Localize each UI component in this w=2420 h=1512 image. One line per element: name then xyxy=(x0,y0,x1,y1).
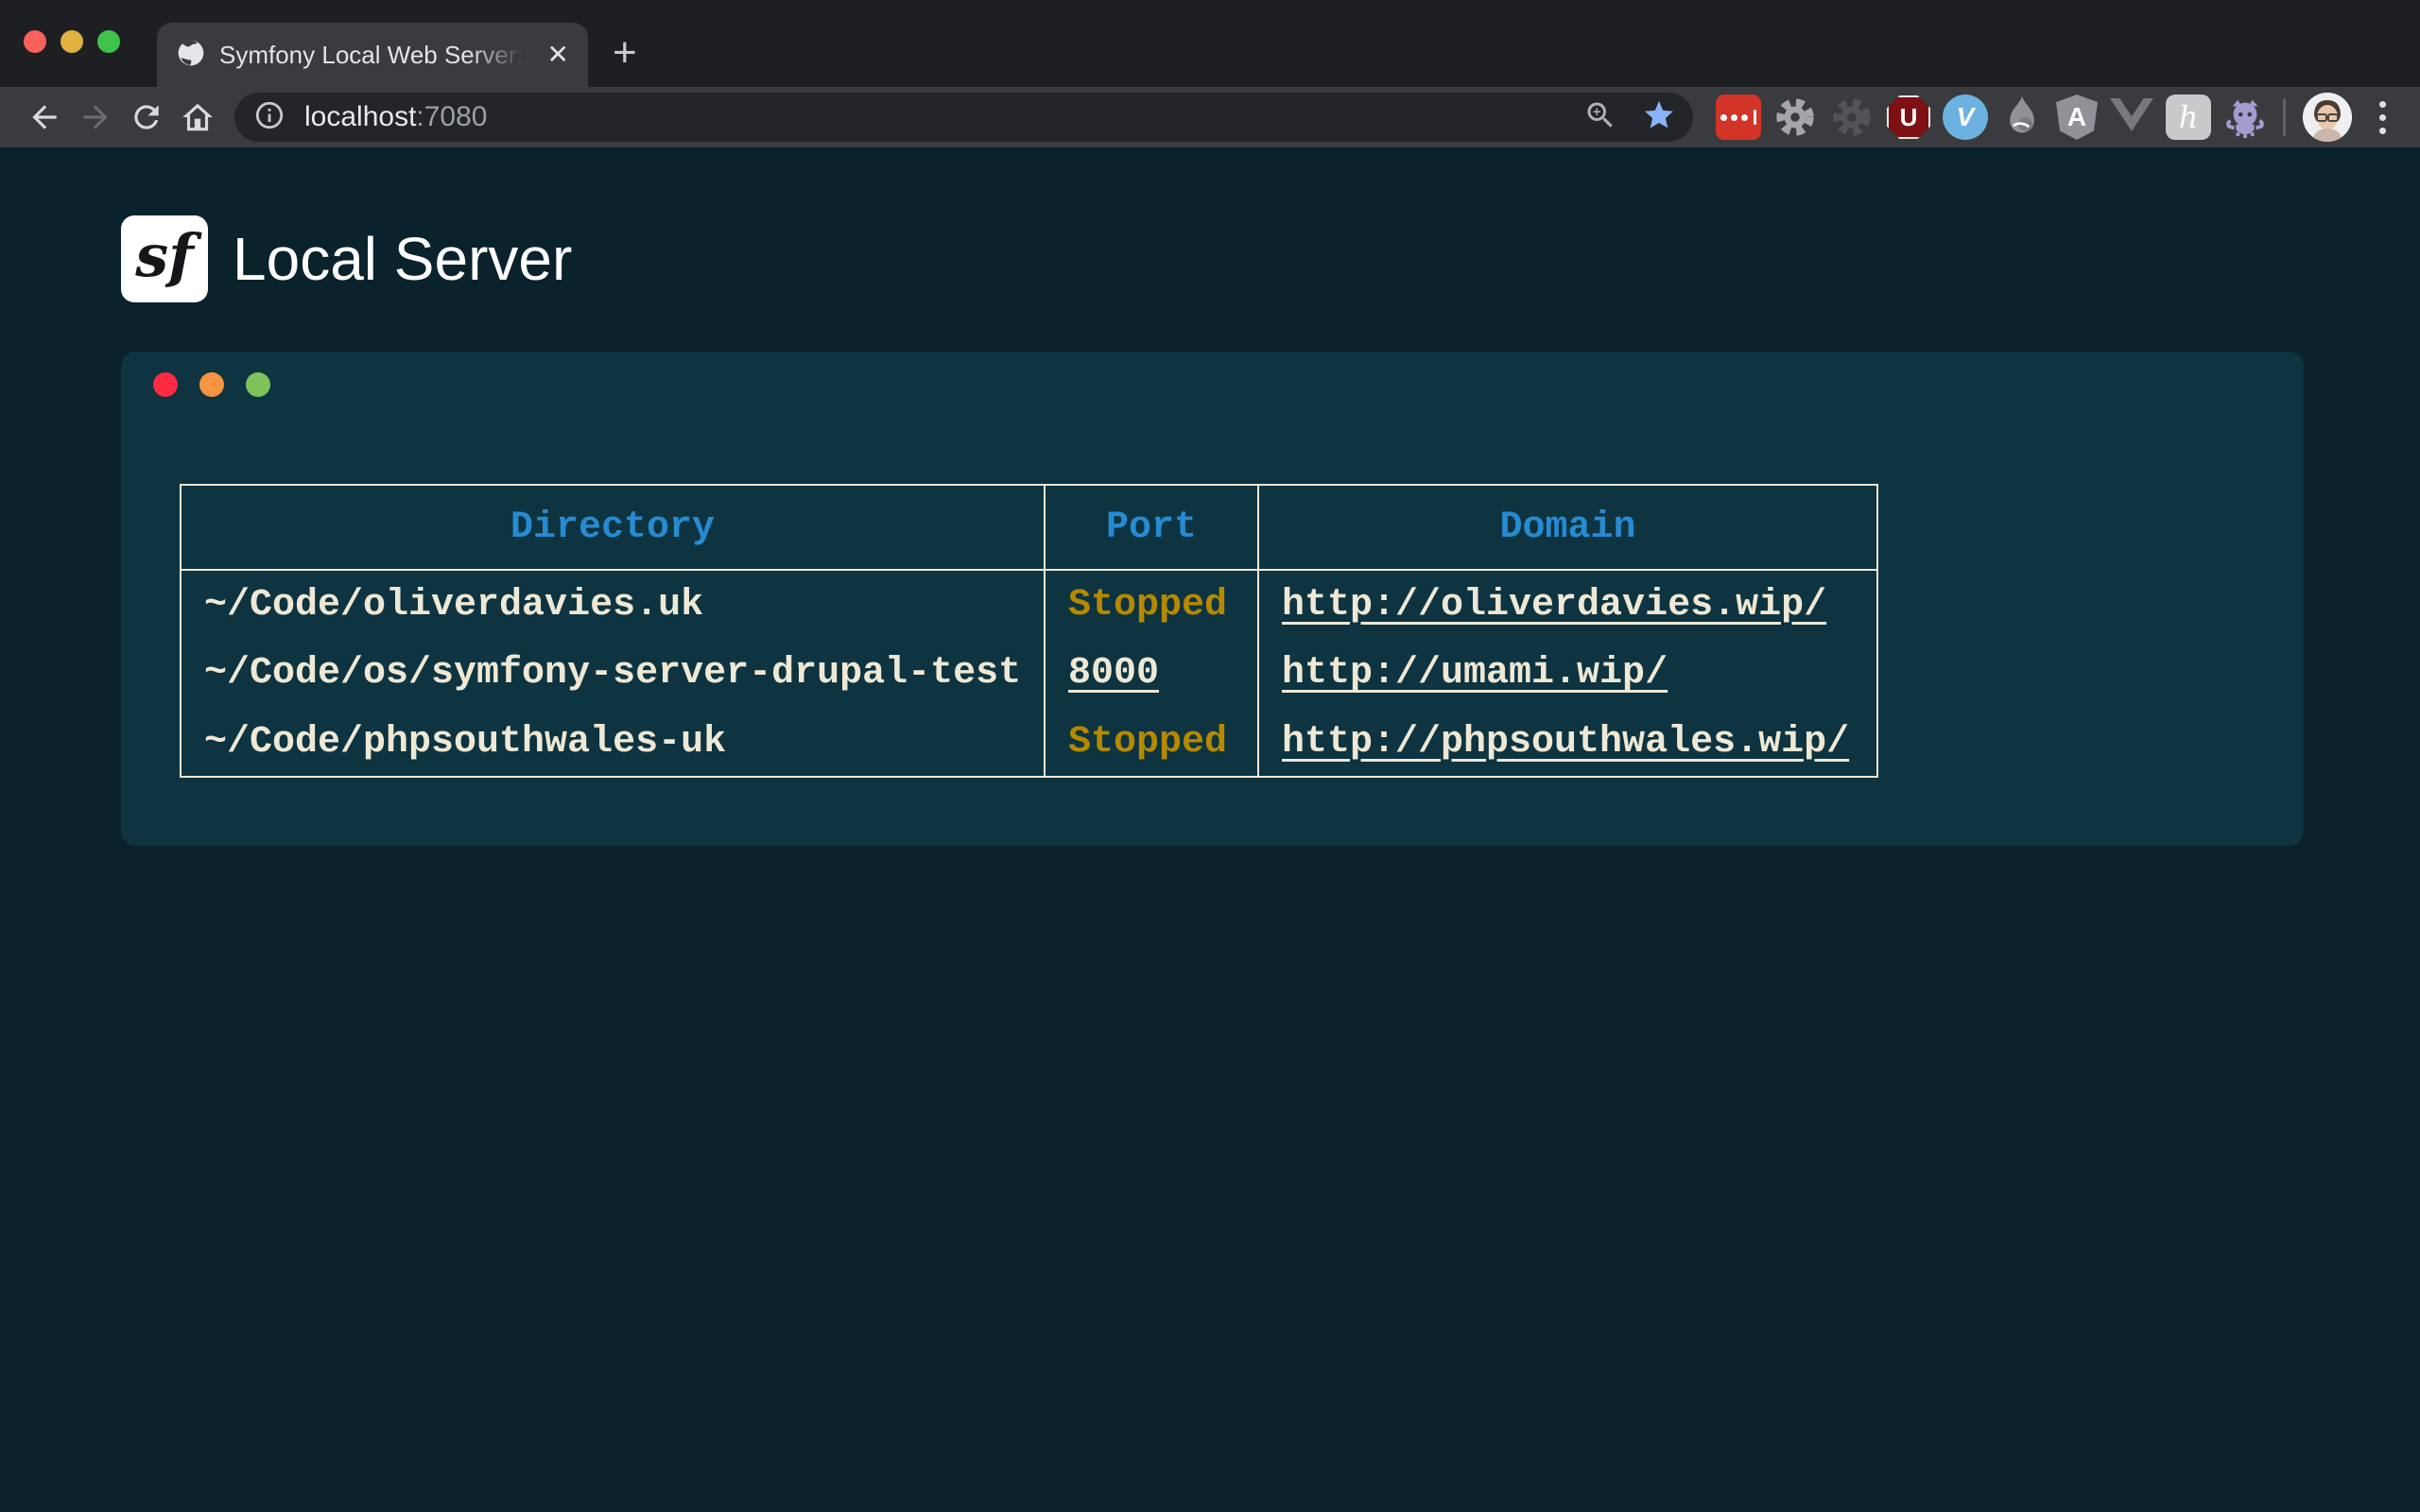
forward-button[interactable] xyxy=(70,92,121,143)
url-text[interactable]: localhost:7080 xyxy=(304,101,1583,133)
port-status: Stopped xyxy=(1068,721,1227,764)
window-zoom-button[interactable] xyxy=(97,30,120,53)
symfony-logo: sf xyxy=(121,215,208,302)
browser-toolbar: localhost:7080 xyxy=(0,87,2420,147)
lastpass-icon[interactable] xyxy=(1716,94,1761,140)
window-controls xyxy=(24,30,120,53)
github-octocat-icon[interactable] xyxy=(2222,94,2268,140)
address-bar[interactable]: localhost:7080 xyxy=(234,93,1693,142)
ublock-origin-icon[interactable]: U xyxy=(1886,94,1931,140)
directory-cell: ~/Code/os/symfony-server-drupal-test xyxy=(181,639,1045,708)
tab-title: Symfony Local Web Server: Prox xyxy=(219,41,530,70)
page-title: Local Server xyxy=(233,224,572,294)
terminal-orange-dot xyxy=(199,372,224,397)
symfony-sf-glyph: sf xyxy=(135,221,194,290)
url-host: localhost xyxy=(304,101,416,132)
table-header-row: Directory Port Domain xyxy=(181,485,1877,570)
home-button[interactable] xyxy=(172,92,223,143)
bookmark-star-icon[interactable] xyxy=(1642,98,1676,137)
domain-link[interactable]: http://phpsouthwales.wip/ xyxy=(1282,721,1849,764)
tab-favicon-globe-icon xyxy=(176,38,206,73)
terminal-card: Directory Port Domain ~/Code/oliverdavie… xyxy=(121,352,2304,846)
table-row: ~/Code/os/symfony-server-drupal-test 800… xyxy=(181,639,1877,708)
extension-icons: U V A h xyxy=(1716,94,2268,140)
header: sf Local Server xyxy=(121,215,2420,302)
terminal-red-dot xyxy=(153,372,178,397)
tab-close-icon[interactable]: ✕ xyxy=(544,38,573,72)
terminal-green-dot xyxy=(246,372,270,397)
tab-strip: Symfony Local Web Server: Prox ✕ + xyxy=(0,0,2420,87)
table-row: ~/Code/oliverdavies.uk Stopped http://ol… xyxy=(181,570,1877,639)
browser-menu-icon[interactable] xyxy=(2361,94,2403,140)
column-header-domain: Domain xyxy=(1258,485,1877,570)
column-header-directory: Directory xyxy=(181,485,1045,570)
window-minimize-button[interactable] xyxy=(60,30,83,53)
domain-link[interactable]: http://umami.wip/ xyxy=(1282,652,1668,695)
terminal-window-dots xyxy=(153,372,2304,397)
angular-icon[interactable]: A xyxy=(2056,94,2098,140)
profile-avatar[interactable] xyxy=(2303,93,2352,142)
reload-button[interactable] xyxy=(121,92,172,143)
directory-cell: ~/Code/phpsouthwales-uk xyxy=(181,708,1045,777)
url-port: :7080 xyxy=(416,101,487,132)
gear-dark-icon[interactable] xyxy=(1829,94,1875,140)
proxy-table: Directory Port Domain ~/Code/oliverdavie… xyxy=(180,484,1878,778)
h-extension-icon[interactable]: h xyxy=(2166,94,2211,140)
vue-icon[interactable] xyxy=(2109,94,2154,140)
window-close-button[interactable] xyxy=(24,30,46,53)
port-status: Stopped xyxy=(1068,584,1227,627)
page-content: sf Local Server Directory Port Domain ~/… xyxy=(0,147,2420,1512)
table-row: ~/Code/phpsouthwales-uk Stopped http://p… xyxy=(181,708,1877,777)
v-blue-extension-icon[interactable]: V xyxy=(1943,94,1988,140)
drupal-icon[interactable] xyxy=(1999,94,2045,140)
browser-tab[interactable]: Symfony Local Web Server: Prox ✕ xyxy=(157,23,588,87)
new-tab-button[interactable]: + xyxy=(613,32,637,74)
domain-link[interactable]: http://oliverdavies.wip/ xyxy=(1282,584,1826,627)
toolbar-separator xyxy=(2283,98,2286,136)
gear-icon[interactable] xyxy=(1772,94,1818,140)
port-link[interactable]: 8000 xyxy=(1068,652,1159,695)
browser-window: Symfony Local Web Server: Prox ✕ + local… xyxy=(0,0,2420,147)
zoom-page-icon[interactable] xyxy=(1583,98,1617,137)
directory-cell: ~/Code/oliverdavies.uk xyxy=(181,570,1045,639)
column-header-port: Port xyxy=(1045,485,1258,570)
site-info-icon[interactable] xyxy=(253,99,285,136)
back-button[interactable] xyxy=(19,92,70,143)
